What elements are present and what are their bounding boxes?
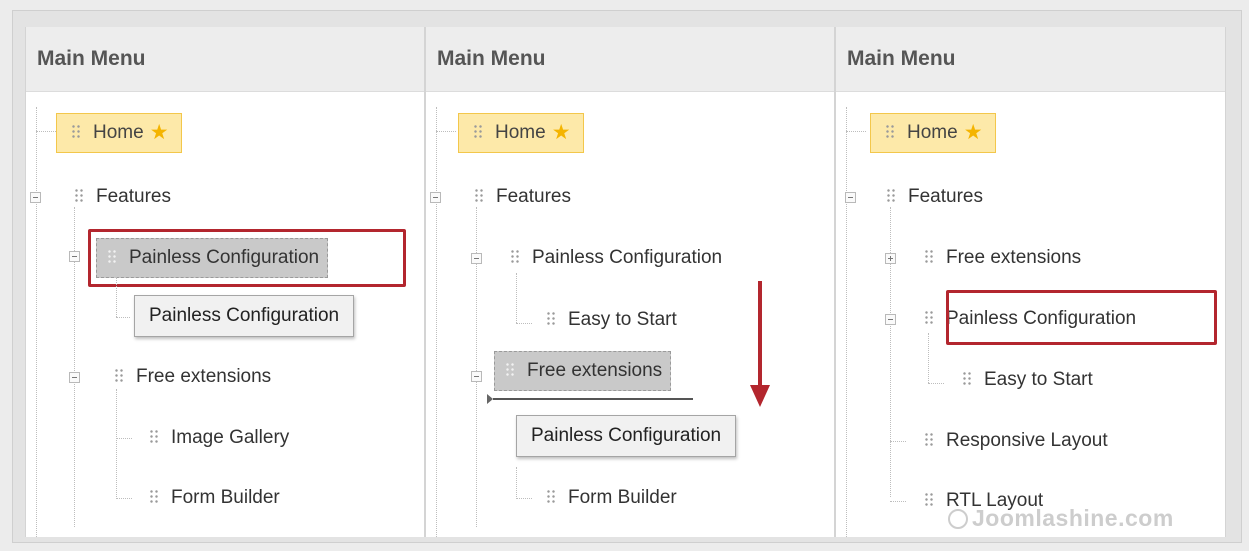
watermark-text: Joomlashine.com [972,505,1174,531]
grip-icon[interactable] [510,249,520,265]
collapse-icon[interactable] [30,192,41,203]
menu-panel-dragging: Main Menu Home ★ Features Painless Config… [425,27,835,537]
collapse-icon[interactable] [885,314,896,325]
grip-icon[interactable] [924,249,934,265]
drop-placeholder-line [493,398,693,400]
menu-item-label: Form Builder [171,487,280,508]
watermark: Joomlashine.com [948,505,1174,532]
grip-icon[interactable] [885,124,895,140]
grip-icon[interactable] [149,489,159,505]
collapse-icon[interactable] [845,192,856,203]
menu-item-features[interactable]: Features [74,178,171,216]
menu-item-image-gallery[interactable]: Image Gallery [149,419,289,457]
menu-item-label: Home [93,122,144,143]
grip-icon[interactable] [546,311,556,327]
grip-icon[interactable] [505,362,515,378]
drag-ghost: Painless Configuration [134,295,355,337]
menu-item-label: Free extensions [946,247,1082,268]
menu-item-free-extensions-dragging[interactable]: Free extensions [494,351,672,391]
menu-item-label: Home [907,122,958,143]
menu-item-easy-to-start[interactable]: Easy to Start [962,361,1093,399]
menu-item-features[interactable]: Features [474,178,571,216]
menu-item-easy-to-start[interactable]: Easy to Start [546,301,677,339]
menu-item-label: Form Builder [568,487,677,508]
panel-title: Main Menu [426,27,834,92]
collapse-icon[interactable] [471,253,482,264]
menu-item-label: Free extensions [527,360,663,381]
grip-icon[interactable] [924,492,934,508]
menu-item-label: Features [96,186,171,207]
menu-item-responsive-layout[interactable]: Responsive Layout [924,422,1108,460]
menu-item-label: Easy to Start [568,309,677,330]
menu-item-label: Features [908,186,983,207]
collapse-icon[interactable] [69,372,80,383]
collapse-icon[interactable] [69,251,80,262]
menu-item-label: Free extensions [136,366,272,387]
grip-icon[interactable] [886,188,896,204]
menu-item-label: Features [496,186,571,207]
menu-item-label: Painless Configuration [532,247,723,268]
menu-item-home[interactable]: Home ★ [56,113,182,153]
grip-icon[interactable] [114,368,124,384]
menu-item-painless-configuration[interactable]: Painless Configuration [510,239,722,277]
menu-item-form-builder[interactable]: Form Builder [149,479,280,517]
grip-icon[interactable] [962,371,972,387]
panel-title: Main Menu [836,27,1225,92]
watermark-logo-icon [948,509,968,529]
menu-item-label: Responsive Layout [946,430,1108,451]
grip-icon[interactable] [149,429,159,445]
menu-item-features[interactable]: Features [886,178,983,216]
grip-icon[interactable] [474,188,484,204]
grip-icon[interactable] [473,124,483,140]
drag-ghost: Painless Configuration [516,415,737,457]
menu-item-free-extensions[interactable]: Free extensions [924,239,1081,277]
grip-icon[interactable] [924,310,934,326]
menu-item-home[interactable]: Home ★ [458,113,584,153]
menu-item-form-builder[interactable]: Form Builder [546,479,677,517]
highlight-box [88,229,406,287]
menu-panel-before: Main Menu Home ★ Features Painless Config… [25,27,425,537]
star-icon: ★ [149,121,169,144]
menu-panel-after: Main Menu Home ★ Features Free extensions… [835,27,1226,537]
menu-item-free-extensions[interactable]: Free extensions [114,358,271,396]
menu-item-label: Home [495,122,546,143]
star-icon: ★ [551,121,571,144]
grip-icon[interactable] [546,489,556,505]
panel-title: Main Menu [26,27,424,92]
menu-item-home[interactable]: Home ★ [870,113,996,153]
expand-icon[interactable] [885,253,896,264]
menu-item-label: Image Gallery [171,427,290,448]
star-icon: ★ [963,121,983,144]
collapse-icon[interactable] [430,192,441,203]
grip-icon[interactable] [74,188,84,204]
highlight-box [946,290,1217,345]
grip-icon[interactable] [71,124,81,140]
menu-item-label: Easy to Start [984,369,1093,390]
grip-icon[interactable] [924,432,934,448]
collapse-icon[interactable] [471,371,482,382]
drag-direction-arrow-icon [750,281,770,407]
